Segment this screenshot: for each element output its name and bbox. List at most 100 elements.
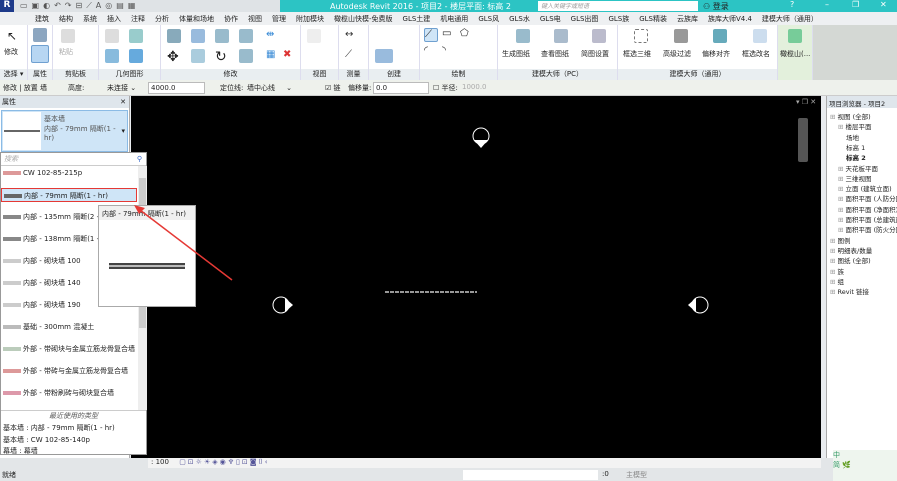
type-search-input[interactable]: 搜索 ⚲ xyxy=(1,153,146,166)
browser-item[interactable]: ⊞ 组 xyxy=(830,276,844,286)
radius-checkbox[interactable]: ☐ 半径: xyxy=(433,83,458,93)
offset-input[interactable]: 0.0 xyxy=(373,82,429,94)
panel-label[interactable]: 选择 ▾ xyxy=(0,69,27,80)
rotate-icon[interactable]: ↻ xyxy=(215,49,229,65)
browser-item[interactable]: 场地 xyxy=(846,132,859,142)
help-icon[interactable]: ? xyxy=(790,0,794,9)
tab-0[interactable]: 建筑 xyxy=(30,12,54,25)
array-icon[interactable]: ▦ xyxy=(266,49,280,63)
advanced-filter-button[interactable]: 高级过滤 xyxy=(663,49,691,59)
view-control-icons[interactable]: ▢⊡☼☀◈◉♆▯⊡◙⌷‹ xyxy=(179,458,269,466)
copy-icon[interactable] xyxy=(191,49,205,63)
arc-icon[interactable]: ◜ xyxy=(424,45,438,59)
browser-item[interactable]: ⊞ 面积平面 (总建筑面积) xyxy=(838,214,897,224)
tab-21[interactable]: 族库大师V4.4 xyxy=(703,12,757,25)
properties-icon[interactable] xyxy=(31,45,49,63)
browser-item[interactable]: ⊞ 明细表/数量 xyxy=(830,245,872,255)
tab-22[interactable]: 建模大师（通用） xyxy=(757,12,823,25)
offset-align-button[interactable]: 偏移对齐 xyxy=(702,49,730,59)
type-selector[interactable]: 基本墙 内部 - 79mm 隔断(1 - hr) ▾ xyxy=(1,110,128,152)
tab-9[interactable]: 管理 xyxy=(267,12,291,25)
expand-icon[interactable]: ⊞ xyxy=(838,185,846,193)
mirror-icon[interactable] xyxy=(215,29,229,43)
arc-tangent-icon[interactable]: ◝ xyxy=(442,45,456,59)
revit-logo-icon[interactable]: R xyxy=(0,0,14,12)
type-list-item[interactable]: CW 102-85-215p xyxy=(1,166,137,180)
box-rename-button[interactable]: 框选改名 xyxy=(742,49,770,59)
move-icon[interactable]: ✥ xyxy=(167,49,181,65)
trim-icon[interactable] xyxy=(239,49,253,63)
recent-type-item[interactable]: 幕墙 : 幕墙 xyxy=(3,447,38,456)
login-button[interactable]: ⚇ 登录 xyxy=(703,1,729,12)
radius-input[interactable]: 1000.0 xyxy=(462,83,487,91)
expand-icon[interactable]: ⊞ xyxy=(838,175,846,183)
chain-checkbox[interactable]: ☑ 链 xyxy=(325,83,341,93)
create-part-icon[interactable] xyxy=(375,49,393,63)
tab-6[interactable]: 体量和场地 xyxy=(174,12,219,25)
expand-icon[interactable]: ⊞ xyxy=(830,113,838,121)
type-list-item[interactable]: 基础 - 300mm 混凝土 xyxy=(1,320,137,334)
browser-item[interactable]: ⊞ 面积平面 (防火分区面积) xyxy=(838,224,897,234)
tab-4[interactable]: 注释 xyxy=(126,12,150,25)
browser-item[interactable]: ⊞ Revit 链接 xyxy=(830,286,869,296)
tab-7[interactable]: 协作 xyxy=(219,12,243,25)
modify-button[interactable]: 修改 xyxy=(4,47,18,57)
tab-2[interactable]: 系统 xyxy=(78,12,102,25)
workset-select[interactable] xyxy=(463,470,598,480)
ime-widget-icon[interactable]: 中简 🌿 xyxy=(833,450,897,481)
join-icon[interactable] xyxy=(129,29,143,43)
expand-icon[interactable]: ⊞ xyxy=(838,165,846,173)
cut-icon[interactable] xyxy=(105,29,119,43)
browser-item[interactable]: ⊞ 三维视图 xyxy=(838,173,872,183)
quick-access-toolbar[interactable]: ▭▣◐↶↷⊟⟋A◎▤▦ xyxy=(20,1,139,11)
browser-item[interactable]: 标高 2 xyxy=(846,152,866,162)
sketch-settings-button[interactable]: 简图设置 xyxy=(581,49,609,59)
view-controls[interactable]: ▾ ❐ ✕ xyxy=(796,98,816,106)
browser-item[interactable]: ⊞ 楼层平面 xyxy=(838,121,872,131)
tab-20[interactable]: 云族库 xyxy=(672,12,703,25)
expand-icon[interactable]: ⊞ xyxy=(838,206,846,214)
hide-icon[interactable] xyxy=(307,29,321,43)
measure-icon[interactable]: ↔ xyxy=(345,29,359,43)
expand-icon[interactable]: ⊞ xyxy=(830,288,838,296)
expand-icon[interactable]: ⊞ xyxy=(838,216,846,224)
navigation-bar[interactable] xyxy=(798,118,808,162)
browser-item[interactable]: ⊞ 面积平面 (人防分区面积) xyxy=(838,193,897,203)
tab-16[interactable]: GLS电 xyxy=(535,12,566,25)
paint-icon[interactable] xyxy=(129,49,143,63)
scale-button[interactable]: : 100 xyxy=(151,458,169,466)
close-icon[interactable]: ✕ xyxy=(120,96,126,108)
polygon-icon[interactable]: ⬠ xyxy=(460,28,474,42)
browser-item[interactable]: ⊞ 视图 (全部) xyxy=(830,111,871,121)
expand-icon[interactable]: ⊞ xyxy=(838,195,846,203)
height-mode-select[interactable]: 未连接 ⌄ xyxy=(107,83,136,93)
type-list-item[interactable]: 内部 - 79mm 隔断(1 - hr) xyxy=(1,188,137,202)
tab-14[interactable]: GLS风 xyxy=(473,12,504,25)
expand-icon[interactable]: ⊞ xyxy=(830,247,838,255)
type-list-item[interactable]: 外部 - 带砌块与金属立筋龙骨复合墙 xyxy=(1,342,137,356)
dimension-icon[interactable]: ⟋ xyxy=(345,49,359,63)
tab-11[interactable]: 橄榄山快模-免费版 xyxy=(329,12,398,25)
olive-button[interactable]: 橄榄山(... xyxy=(780,49,810,59)
browser-item[interactable]: ⊞ 图例 xyxy=(830,235,851,245)
mirror-draw-icon[interactable] xyxy=(239,29,253,43)
tab-18[interactable]: GLS族 xyxy=(603,12,634,25)
type-list-item[interactable]: 外部 - 带粉刷砖与砌块复合墙 xyxy=(1,386,137,400)
location-line-select[interactable]: 墙中心线 ⌄ xyxy=(247,83,309,93)
browser-item[interactable]: ⊞ 立面 (建筑立面) xyxy=(838,183,892,193)
rectangle-icon[interactable]: ▭ xyxy=(442,28,456,42)
tab-8[interactable]: 视图 xyxy=(243,12,267,25)
offset-icon[interactable] xyxy=(191,29,205,43)
wall-join-icon[interactable] xyxy=(105,49,119,63)
maximize-button[interactable]: ❐ xyxy=(852,0,859,9)
tab-1[interactable]: 结构 xyxy=(54,12,78,25)
generate-sheets-button[interactable]: 生成图纸 xyxy=(502,49,530,59)
align-icon[interactable] xyxy=(167,29,181,43)
recent-type-item[interactable]: 基本墙 : CW 102-85-140p xyxy=(3,435,90,445)
browser-item[interactable]: ⊞ 族 xyxy=(830,266,844,276)
tab-5[interactable]: 分析 xyxy=(150,12,174,25)
type-list-item[interactable]: 外部 - 带砖与金属立筋龙骨复合墙 xyxy=(1,364,137,378)
tab-19[interactable]: GLS精装 xyxy=(634,12,672,25)
box-3d-button[interactable]: 框选三维 xyxy=(623,49,651,59)
view-sheets-button[interactable]: 查看图纸 xyxy=(541,49,569,59)
